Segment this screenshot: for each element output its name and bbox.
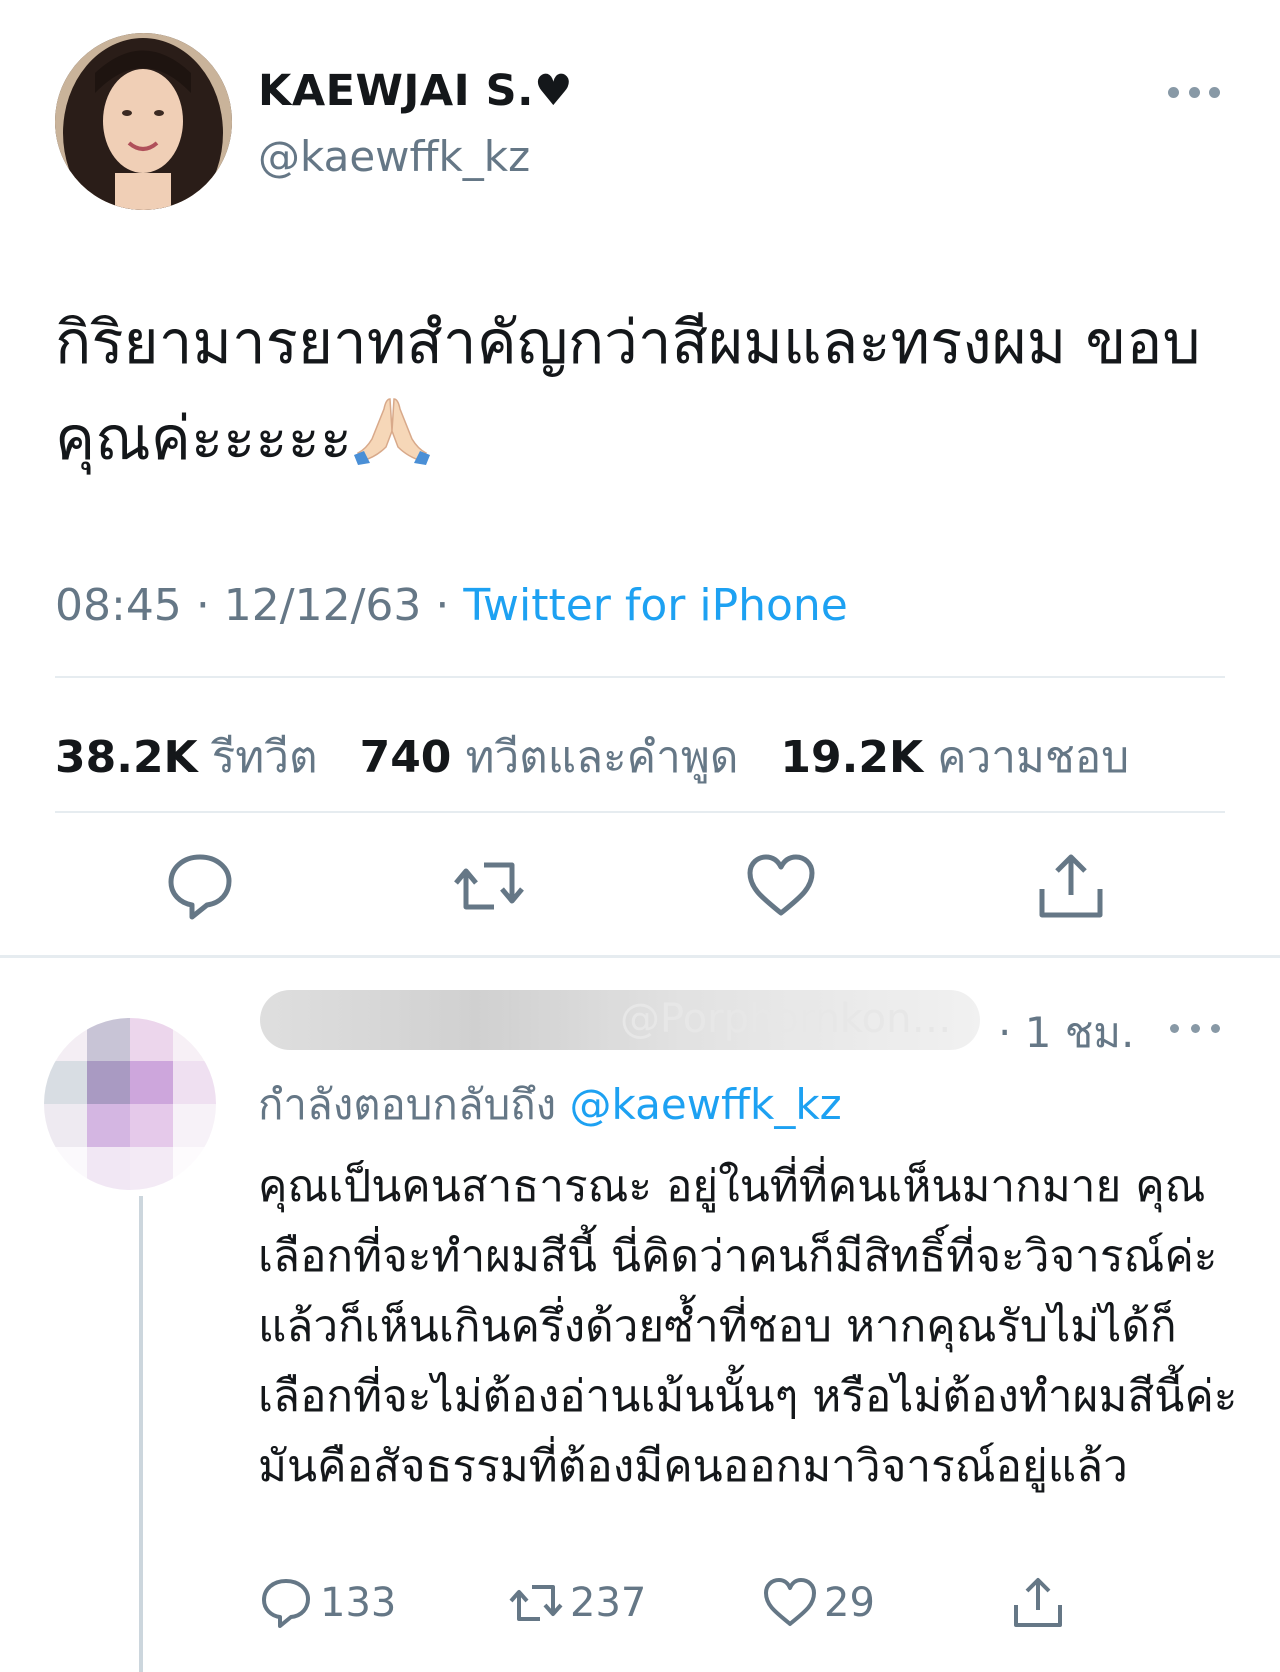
dot bbox=[1209, 86, 1220, 98]
retweet-icon bbox=[509, 1585, 563, 1621]
reply-retweets-count: 237 bbox=[570, 1580, 647, 1626]
author-display-name[interactable]: KAEWJAI S.♥ bbox=[258, 66, 573, 116]
dot bbox=[1190, 1023, 1200, 1033]
reply-text: คุณเป็นคนสาธารณะ อยู่ในที่ที่คนเห็นมากมา… bbox=[258, 1161, 1238, 1492]
dot bbox=[1211, 1023, 1220, 1033]
reply-author-avatar[interactable] bbox=[44, 1018, 216, 1190]
share-icon bbox=[1014, 1578, 1062, 1627]
tweet-body: กิริยามารยาทสำคัญกว่าสีผมและทรงผม ขอบคุณ… bbox=[55, 308, 1201, 474]
tweet-meta: 08:45 · 12/12/63 · Twitter for iPhone bbox=[55, 580, 848, 631]
dot bbox=[1170, 1023, 1179, 1033]
replying-to-mention[interactable]: @kaewffk_kz bbox=[570, 1080, 842, 1129]
like-icon bbox=[764, 1578, 816, 1626]
retweet-icon[interactable] bbox=[452, 849, 526, 923]
quotes-count[interactable]: 740 bbox=[360, 732, 452, 783]
separator: · bbox=[998, 1008, 1025, 1057]
reply-more-options-icon[interactable] bbox=[1170, 1013, 1220, 1043]
quotes-label[interactable]: ทวีตและคำพูด bbox=[465, 732, 738, 783]
retweets-count[interactable]: 38.2K bbox=[55, 732, 198, 783]
author-avatar[interactable] bbox=[55, 33, 232, 210]
reply-like-button[interactable]: 29 bbox=[762, 1575, 875, 1631]
tweet-date: 12/12/63 bbox=[223, 580, 422, 631]
reply-share-button[interactable] bbox=[1010, 1575, 1066, 1631]
likes-label[interactable]: ความชอบ bbox=[937, 732, 1129, 783]
blurred-reply-author-name[interactable]: @Porphornkon… bbox=[260, 990, 980, 1050]
folded-hands-icon bbox=[352, 395, 432, 465]
replying-to: กำลังตอบกลับถึง @kaewffk_kz bbox=[258, 1072, 842, 1138]
like-icon[interactable] bbox=[744, 849, 818, 923]
section-divider bbox=[0, 955, 1280, 958]
reply-replies-count: 133 bbox=[320, 1580, 397, 1626]
dot bbox=[1168, 86, 1179, 98]
tweet-text: กิริยามารยาทสำคัญกว่าสีผมและทรงผม ขอบคุณ… bbox=[55, 295, 1235, 487]
replying-to-label: กำลังตอบกลับถึง bbox=[258, 1080, 557, 1129]
reply-reply-button[interactable]: 133 bbox=[258, 1575, 396, 1631]
separator: · bbox=[435, 580, 464, 631]
blurred-handle: @Porphornkon… bbox=[620, 996, 952, 1042]
tweet-time: 08:45 bbox=[55, 580, 182, 631]
reply-retweet-button[interactable]: 237 bbox=[508, 1575, 646, 1631]
tweet-source-link[interactable]: Twitter for iPhone bbox=[463, 580, 847, 631]
reply-likes-count: 29 bbox=[824, 1580, 875, 1626]
thread-line bbox=[139, 1196, 143, 1672]
reply-icon[interactable] bbox=[163, 849, 237, 923]
reply-icon bbox=[262, 1579, 310, 1628]
divider bbox=[55, 676, 1225, 678]
reply-timestamp: 1 ชม. bbox=[1024, 1008, 1135, 1057]
tweet-stats: 38.2K รีทวีต 740 ทวีตและคำพูด 19.2K ความ… bbox=[55, 722, 1157, 792]
more-options-icon[interactable] bbox=[1168, 72, 1220, 112]
separator: · bbox=[195, 580, 224, 631]
reply-time: · 1 ชม. bbox=[998, 1000, 1134, 1066]
share-icon[interactable] bbox=[1034, 849, 1108, 923]
retweets-label[interactable]: รีทวีต bbox=[212, 732, 318, 783]
divider bbox=[55, 811, 1225, 813]
likes-count[interactable]: 19.2K bbox=[780, 732, 923, 783]
author-handle[interactable]: @kaewffk_kz bbox=[258, 132, 530, 181]
dot bbox=[1188, 86, 1200, 98]
